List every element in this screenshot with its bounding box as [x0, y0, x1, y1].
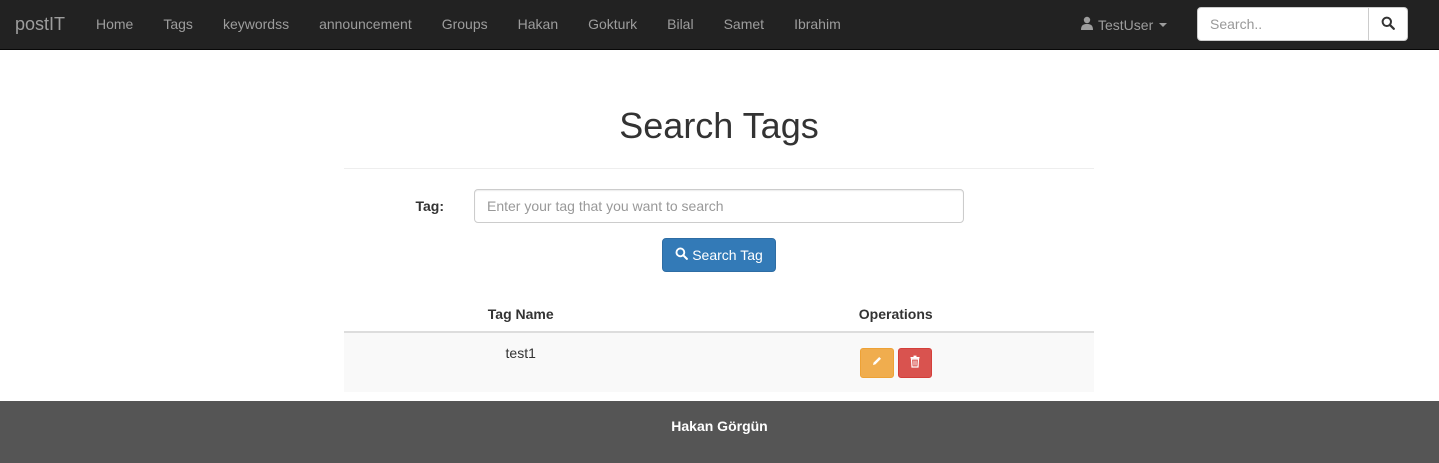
top-navbar: postIT Home Tags keywordss announcement … [0, 0, 1439, 50]
user-menu[interactable]: TestUser [1080, 0, 1168, 50]
nav-item-groups[interactable]: Groups [427, 0, 503, 50]
tag-label: Tag: [415, 198, 444, 214]
column-header-tag-name: Tag Name [344, 296, 698, 333]
nav-item-samet[interactable]: Samet [709, 0, 779, 50]
nav-item-ibrahim[interactable]: Ibrahim [779, 0, 856, 50]
search-input[interactable] [1197, 7, 1369, 41]
nav-item-home[interactable]: Home [81, 0, 148, 50]
search-button[interactable] [1369, 7, 1408, 41]
main-nav: Home Tags keywordss announcement Groups … [81, 0, 856, 50]
footer: Hakan Görgün [0, 401, 1439, 463]
search-tag-button[interactable]: Search Tag [662, 238, 776, 272]
user-name: TestUser [1098, 17, 1154, 33]
page-title: Search Tags [619, 105, 819, 146]
table-header-row: Tag Name Operations [344, 296, 1094, 333]
title-divider [344, 168, 1094, 169]
nav-item-hakan[interactable]: Hakan [503, 0, 573, 50]
nav-item-bilal[interactable]: Bilal [652, 0, 708, 50]
pencil-icon [871, 355, 883, 370]
nav-item-keywordss[interactable]: keywordss [208, 0, 304, 50]
tag-name-cell: test1 [344, 332, 698, 392]
search-icon [1381, 16, 1395, 33]
search-tag-label: Search Tag [692, 247, 763, 263]
tag-search-input[interactable] [474, 189, 964, 223]
footer-author: Hakan Görgün [671, 418, 768, 434]
edit-button[interactable] [859, 347, 894, 378]
nav-item-tags[interactable]: Tags [148, 0, 208, 50]
trash-icon [909, 355, 921, 371]
nav-item-gokturk[interactable]: Gokturk [573, 0, 652, 50]
caret-down-icon [1159, 23, 1168, 27]
nav-item-announcement[interactable]: announcement [304, 0, 427, 50]
operations-cell [697, 332, 1094, 392]
navbar-search [1197, 7, 1408, 41]
table-row: test1 [344, 332, 1094, 392]
user-icon [1080, 1, 1098, 49]
delete-button[interactable] [897, 347, 932, 378]
tags-table: Tag Name Operations test1 [344, 296, 1094, 392]
brand-link[interactable]: postIT [15, 14, 65, 35]
search-icon [675, 247, 692, 263]
column-header-operations: Operations [697, 296, 1094, 333]
